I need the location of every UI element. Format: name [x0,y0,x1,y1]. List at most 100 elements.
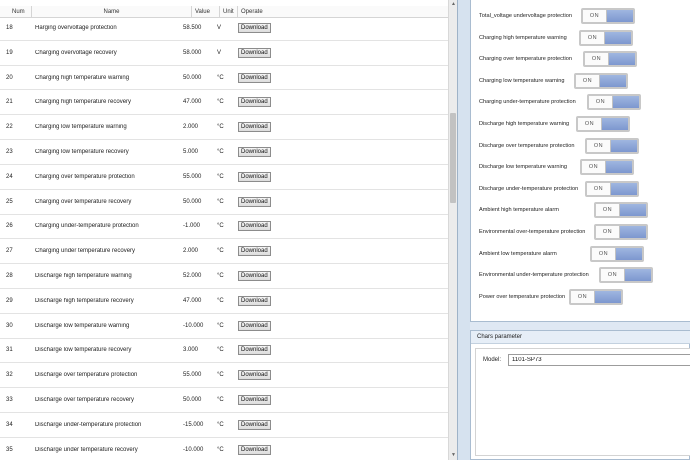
scroll-down-arrow-icon[interactable]: ▼ [449,451,458,460]
download-button[interactable]: Download [238,97,271,108]
table-row[interactable]: 18 Harging overvoltage protection 58.500 V D… [0,16,450,41]
alarm-toggle-switch[interactable]: ON [594,224,648,240]
download-button[interactable]: Download [238,444,271,455]
toggle-state-label: ON [571,290,595,303]
alarm-label: Charging under-temperature protection [479,99,576,106]
table-row[interactable]: 31 Discharge low temperature recovery 3.00… [0,339,450,364]
scroll-up-arrow-icon[interactable]: ▲ [449,0,458,9]
row-num: 31 [6,347,13,354]
alarm-label: Environmental under-temperature protecti… [479,272,589,279]
table-row[interactable]: 27 Charging under temperature recovery 2.0… [0,239,450,265]
row-value: 5.000 [183,148,199,155]
toggle-track [611,139,637,152]
row-value: 47.000 [183,99,202,106]
download-button[interactable]: Download [238,22,271,33]
panel-divider [458,0,470,460]
row-name: Discharge under-temperature protection [35,421,142,428]
toggle-track [611,182,637,195]
row-value: -1.000 [183,223,201,230]
alarm-toggle-switch[interactable]: ON [599,267,653,284]
row-operate-cell: Download [231,271,431,282]
row-unit: °C [217,446,224,453]
table-row[interactable]: 19 Charging overvoltage recovery 58.000 V Do… [0,41,450,66]
download-button[interactable]: Download [238,320,271,331]
toggle-track [602,118,628,130]
row-unit: °C [217,198,224,205]
download-button[interactable]: Download [238,221,271,232]
row-value: 55.000 [183,372,202,379]
row-operate-cell: Download [231,47,431,58]
scroll-thumb[interactable] [450,113,456,203]
table-row[interactable]: 28 Discharge high temperature warning 52.0… [0,264,450,289]
toggle-track [620,204,646,217]
download-button[interactable]: Download [238,146,271,157]
row-num: 18 [6,24,13,31]
table-row[interactable]: 25 Charging over temperature recovery 50.0… [0,190,450,215]
alarm-toggle-switch[interactable]: ON [585,137,639,154]
row-name: Discharge high temperature warning [35,273,132,280]
toggle-state-label: ON [601,269,625,282]
toggle-state-label: ON [583,10,607,22]
toggle-state-label: ON [589,96,613,109]
alarm-toggle-switch[interactable]: ON [590,245,644,262]
table-row[interactable]: 24 Charging over temperature protection 55… [0,165,450,190]
row-operate-cell: Download [231,221,431,232]
row-name: Discharge under temperature recovery [35,446,138,453]
table-row[interactable]: 29 Discharge high temperature recovery 47.… [0,289,450,314]
alarm-toggle-switch[interactable]: ON [576,116,630,132]
table-row[interactable]: 34 Discharge under-temperature protection… [0,413,450,438]
table-row[interactable]: 32 Discharge over temperature protection 5… [0,363,450,389]
row-value: -10.000 [183,446,204,453]
table-row[interactable]: 30 Discharge low temperature warning -10.0… [0,314,450,339]
model-input[interactable] [508,354,690,366]
table-row[interactable]: 33 Discharge over temperature recovery 50.… [0,388,450,413]
alarm-toggle-switch[interactable]: ON [583,51,637,68]
download-button[interactable]: Download [238,419,271,430]
row-value: 50.000 [183,74,202,81]
alarm-toggle-switch[interactable]: ON [581,8,635,24]
download-button[interactable]: Download [238,246,271,257]
row-value: 2.000 [183,124,199,131]
download-button[interactable]: Download [238,72,271,83]
table-row[interactable]: 20 Charging high temperature warning 50.00… [0,66,450,91]
table-row[interactable]: 21 Charging high temperature recovery 47.0… [0,90,450,116]
table-row[interactable]: 26 Charging under-temperature protection -… [0,215,450,240]
download-button[interactable]: Download [238,47,271,58]
table-row[interactable]: 23 Charging low temperature recovery 5.000… [0,140,450,165]
alarm-toggle-switch[interactable]: ON [580,159,634,176]
row-operate-cell: Download [231,370,431,381]
alarm-toggle-switch[interactable]: ON [569,288,623,305]
download-button[interactable]: Download [238,345,271,356]
row-num: 30 [6,322,13,329]
table-scrollbar[interactable]: ▲ ▼ [448,0,457,460]
row-unit: °C [217,273,224,280]
alarm-toggle-switch[interactable]: ON [579,29,633,46]
download-button[interactable]: Download [238,295,271,306]
row-num: 23 [6,148,13,155]
row-name: Charging high temperature warning [35,74,130,81]
table-row[interactable]: 22 Charging low temperature warning 2.000 °… [0,115,450,141]
row-value: -10.000 [183,322,204,329]
alarm-toggle-switch[interactable]: ON [594,202,648,219]
alarm-toggle-switch[interactable]: ON [587,94,641,111]
row-value: 47.000 [183,297,202,304]
alarm-toggle-switch[interactable]: ON [585,180,639,197]
download-button[interactable]: Download [238,122,271,133]
row-value: 58.000 [183,49,202,56]
alarm-label: Environmental over-temperature protectio… [479,229,586,235]
row-num: 28 [6,273,13,280]
alarm-switch-panel: Total_voltage undervoltage protection ON C… [470,0,690,322]
download-button[interactable]: Download [238,271,271,282]
download-button[interactable]: Download [238,171,271,182]
download-button[interactable]: Download [238,196,271,207]
row-name: Charging low temperature recovery [35,148,129,155]
table-row[interactable]: 35 Discharge under temperature recovery -1… [0,438,450,460]
download-button[interactable]: Download [238,395,271,406]
row-name: Charging over temperature recovery [35,198,132,205]
row-operate-cell: Download [231,171,431,182]
row-name: Harging overvoltage protection [35,24,117,31]
row-unit: °C [217,397,224,404]
download-button[interactable]: Download [238,370,271,381]
alarm-toggle-switch[interactable]: ON [574,72,628,89]
row-value: -15.000 [183,421,204,428]
